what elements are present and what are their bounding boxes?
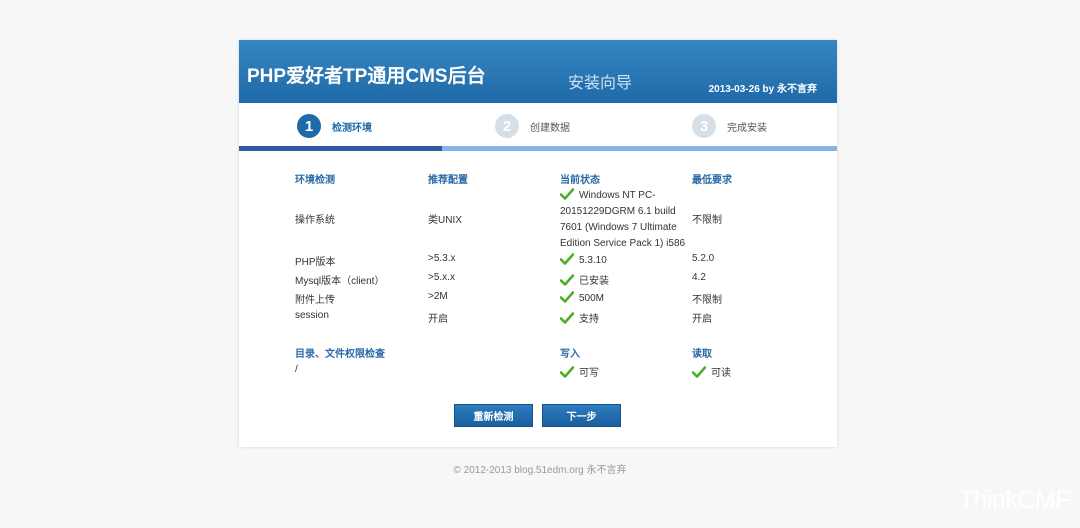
check-icon bbox=[559, 366, 575, 378]
write-text: 可写 bbox=[579, 368, 599, 379]
step-number: 1 bbox=[297, 114, 321, 138]
table-row-recommended: 类UNIX bbox=[428, 215, 462, 226]
table-row-label: 附件上传 bbox=[295, 295, 335, 306]
table-row-recommended: >5.x.x bbox=[428, 272, 455, 283]
step-2: 2 创建数据 bbox=[495, 113, 570, 139]
env-header-min: 最低要求 bbox=[692, 175, 732, 186]
table-row-recommended: >2M bbox=[428, 291, 448, 302]
step-label: 检测环境 bbox=[332, 122, 372, 134]
status-text: 已安装 bbox=[579, 276, 609, 287]
check-icon bbox=[559, 253, 575, 265]
check-icon bbox=[691, 366, 707, 378]
perm-header-read: 读取 bbox=[692, 349, 712, 360]
perm-row-path: / bbox=[295, 364, 298, 375]
status-text: 500M bbox=[579, 293, 605, 304]
read-text: 可读 bbox=[711, 368, 731, 379]
page-title: PHP爱好者TP通用CMS后台 bbox=[247, 66, 486, 87]
table-row-recommended: 开启 bbox=[428, 314, 448, 325]
step-3: 3 完成安装 bbox=[692, 113, 767, 139]
page-subtitle: 安装向导 bbox=[568, 75, 633, 92]
step-number: 2 bbox=[495, 114, 519, 138]
step-label: 完成安装 bbox=[727, 122, 767, 134]
table-row-min: 开启 bbox=[692, 314, 712, 325]
table-row-status: 支持 bbox=[559, 310, 599, 325]
env-header-check: 环境检测 bbox=[295, 175, 335, 186]
table-row-label: PHP版本 bbox=[295, 257, 336, 268]
table-row-min: 5.2.0 bbox=[692, 253, 715, 264]
perm-header-write: 写入 bbox=[560, 349, 580, 360]
next-button[interactable]: 下一步 bbox=[542, 404, 621, 427]
installer-panel: PHP爱好者TP通用CMS后台 安装向导 2013-03-26 by 永不言弃 … bbox=[239, 40, 837, 447]
perm-row-read: 可读 bbox=[691, 364, 731, 379]
table-row-label: 操作系统 bbox=[295, 215, 335, 226]
step-indicator: 1 检测环境 2 创建数据 3 完成安装 bbox=[239, 103, 837, 147]
table-row-status: 500M bbox=[559, 291, 605, 304]
env-header-status: 当前状态 bbox=[560, 175, 600, 186]
table-row-min: 不限制 bbox=[692, 215, 722, 226]
footer-copyright: © 2012-2013 blog.51edm.org 永不言弃 bbox=[453, 465, 627, 476]
perm-header-path: 目录、文件权限检查 bbox=[295, 349, 385, 360]
check-icon bbox=[559, 312, 575, 324]
table-row-min: 不限制 bbox=[692, 295, 722, 306]
status-text: Windows NT PC-20151229DGRM 6.1 build 760… bbox=[560, 190, 686, 249]
check-icon bbox=[559, 291, 575, 303]
progress-bar bbox=[239, 146, 837, 151]
watermark: ThinkCMF bbox=[958, 486, 1071, 514]
progress-fill bbox=[239, 146, 443, 151]
perm-row-write: 可写 bbox=[559, 364, 599, 379]
step-label: 创建数据 bbox=[530, 122, 570, 134]
table-row-status: 5.3.10 bbox=[559, 253, 607, 266]
table-row-recommended: >5.3.x bbox=[428, 253, 456, 264]
check-icon bbox=[559, 188, 575, 200]
step-number: 3 bbox=[692, 114, 716, 138]
step-1: 1 检测环境 bbox=[297, 113, 372, 139]
recheck-button[interactable]: 重新检测 bbox=[454, 404, 533, 427]
table-row-label: Mysql版本（client） bbox=[295, 276, 385, 287]
table-row-status: 已安装 bbox=[559, 272, 609, 287]
env-header-recommended: 推荐配置 bbox=[428, 175, 468, 186]
header: PHP爱好者TP通用CMS后台 安装向导 2013-03-26 by 永不言弃 bbox=[239, 40, 837, 103]
check-icon bbox=[559, 274, 575, 286]
header-date: 2013-03-26 by 永不言弃 bbox=[708, 84, 817, 95]
table-row-min: 4.2 bbox=[692, 272, 706, 283]
table-row-label: session bbox=[295, 310, 329, 321]
table-row-status: Windows NT PC-20151229DGRM 6.1 build 760… bbox=[559, 188, 688, 252]
status-text: 5.3.10 bbox=[579, 255, 607, 266]
status-text: 支持 bbox=[579, 314, 599, 325]
